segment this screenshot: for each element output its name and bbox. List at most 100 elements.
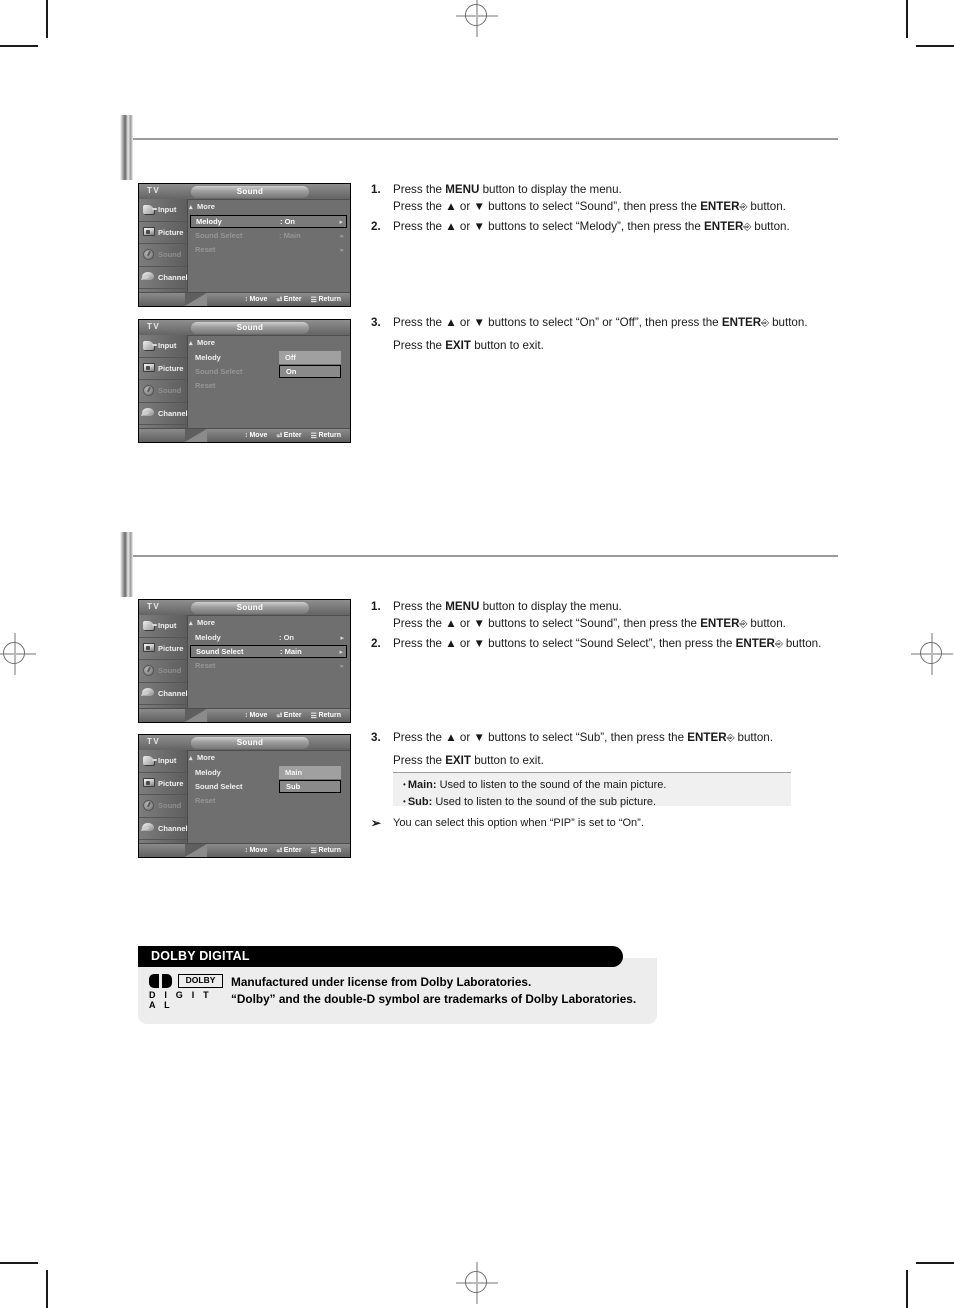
return-icon: ☰ (310, 432, 317, 440)
tv-osd-menu-sound-select-options[interactable]: TVSoundInputPictureSoundChannelSetup▴Mor… (138, 734, 351, 858)
dolby-license-text: Manufactured under license from Dolby La… (231, 974, 636, 1008)
dolby-logo: DOLBY D I G I T A L (149, 974, 223, 1010)
osd-footer-enter[interactable]: ⏎ Enter (276, 296, 301, 304)
arrow-up-icon: ▲ (445, 637, 457, 650)
osd-footer-label: Enter (283, 847, 302, 854)
sidebar-item-picture[interactable]: Picture (139, 638, 187, 660)
osd-row-sound-select[interactable]: Sound Select: Main ▸ (190, 229, 347, 242)
sound-select-step-3-text: Press the ▲ or ▼ buttons to select “Sub”… (393, 731, 773, 744)
sidebar-item-picture[interactable]: Picture (139, 222, 187, 244)
osd-footer-bar: ↕ Move ⏎ Enter ☰ Return (139, 428, 350, 442)
osd-footer-return[interactable]: ☰ Return (311, 847, 341, 855)
osd-row-reset[interactable]: Reset (190, 794, 347, 807)
melody-step-2-text: Press the ▲ or ▼ buttons to select “Melo… (393, 220, 790, 233)
melody-step-2: 2. Press the ▲ or ▼ buttons to select “M… (371, 219, 871, 237)
channel-icon (141, 686, 157, 700)
osd-source-label: TV (147, 602, 161, 611)
registration-mark-right (911, 633, 953, 675)
osd-option-off[interactable]: Off (279, 351, 341, 364)
dolby-line-1: Manufactured under license from Dolby La… (231, 975, 532, 989)
tv-osd-menu-melody-browse[interactable]: TVSoundInputPictureSoundChannelSetup▴Mor… (138, 183, 351, 307)
sidebar-item-channel[interactable]: Channel (139, 818, 188, 840)
sidebar-item-sound[interactable]: Sound (139, 795, 187, 818)
osd-row-reset[interactable]: Reset ▸ (190, 659, 347, 672)
osd-sidebar: InputPictureSoundChannelSetup (139, 199, 188, 306)
osd-footer-notch (185, 709, 207, 722)
crop-mark-bottom-left-vertical (46, 1270, 48, 1308)
sidebar-item-input[interactable]: Input (139, 335, 187, 358)
osd-footer-return[interactable]: ☰ Return (311, 296, 341, 304)
sidebar-item-sound[interactable]: Sound (139, 380, 187, 403)
sidebar-item-picture[interactable]: Picture (139, 773, 187, 795)
osd-more-label: ▴ More (189, 618, 215, 627)
osd-menu-title: Sound (191, 736, 309, 749)
sidebar-item-label: Picture (158, 227, 184, 237)
crop-mark-bottom-left-horizontal (0, 1262, 38, 1264)
osd-row-reset[interactable]: Reset ▸ (190, 243, 347, 256)
sidebar-item-label: Channel (158, 688, 188, 698)
osd-option-main[interactable]: Main (279, 766, 341, 779)
sidebar-item-input[interactable]: Input (139, 750, 187, 773)
osd-row-sound-select[interactable]: Sound Select: Main ▸ (190, 645, 347, 658)
input-icon (141, 339, 157, 353)
move-icon: ↕ (244, 432, 248, 439)
sidebar-item-sound[interactable]: Sound (139, 244, 187, 267)
sound-icon (141, 799, 157, 813)
osd-footer-enter[interactable]: ⏎ Enter (276, 847, 301, 855)
osd-row-label: Melody (195, 633, 221, 642)
osd-sidebar: InputPictureSoundChannelSetup (139, 335, 188, 442)
osd-footer-enter[interactable]: ⏎ Enter (276, 712, 301, 720)
osd-footer-label: Move (249, 296, 268, 303)
registration-mark-left (0, 633, 36, 675)
sound-select-pip-tip: ➢ You can select this option when “PIP” … (371, 816, 644, 830)
osd-row-melody[interactable]: Melody: On ▸ (190, 631, 347, 644)
section-marker-bar-1 (120, 115, 133, 180)
osd-row-label: Sound Select (196, 647, 244, 656)
sidebar-item-label: Sound (158, 386, 182, 396)
dolby-digital-box: DOLBY DIGITAL DOLBY D I G I T A L Manufa… (138, 946, 657, 1026)
arrow-down-icon: ▼ (473, 316, 485, 329)
tv-osd-menu-melody-options[interactable]: TVSoundInputPictureSoundChannelSetup▴Mor… (138, 319, 351, 443)
tv-osd-menu-sound-select-browse[interactable]: TVSoundInputPictureSoundChannelSetup▴Mor… (138, 599, 351, 723)
osd-footer-label: Return (318, 296, 341, 303)
osd-option-on[interactable]: On (279, 365, 341, 378)
enter-icon: ⏎ (276, 847, 283, 855)
channel-icon (141, 270, 157, 284)
osd-option-sub[interactable]: Sub (279, 780, 341, 793)
sound-icon (141, 384, 157, 398)
bullet-icon: • (403, 796, 406, 806)
osd-footer-return[interactable]: ☰ Return (311, 712, 341, 720)
sidebar-item-input[interactable]: Input (139, 615, 187, 638)
osd-menu-title: Sound (191, 601, 309, 614)
melody-step-1-number: 1. (371, 183, 381, 196)
sound-select-step-3-number: 3. (371, 731, 381, 744)
input-icon (141, 619, 157, 633)
channel-icon (141, 821, 157, 835)
osd-footer-move[interactable]: ↕ Move (244, 432, 267, 439)
sidebar-item-label: Picture (158, 643, 184, 653)
melody-step-1-line-1: Press the MENU button to display the men… (393, 183, 622, 196)
osd-row-reset[interactable]: Reset (190, 379, 347, 392)
sidebar-item-channel[interactable]: Channel (139, 267, 188, 289)
sound-icon (141, 664, 157, 678)
osd-footer-return[interactable]: ☰ Return (311, 432, 341, 440)
arrow-down-icon: ▼ (473, 199, 485, 213)
osd-title-bar: TV Sound (139, 600, 350, 616)
sidebar-item-picture[interactable]: Picture (139, 358, 187, 380)
osd-footer-notch (185, 844, 207, 857)
chevron-right-icon: ▸ (340, 634, 344, 642)
note-item-sub: • Sub: Used to listen to the sound of the… (403, 795, 657, 808)
osd-row-value: : On (280, 217, 295, 226)
sidebar-item-input[interactable]: Input (139, 199, 187, 222)
osd-footer-enter[interactable]: ⏎ Enter (276, 432, 301, 440)
sidebar-item-sound[interactable]: Sound (139, 660, 187, 683)
sidebar-item-channel[interactable]: Channel (139, 403, 188, 425)
osd-row-melody[interactable]: Melody: On ▸ (190, 215, 347, 228)
dolby-digital-subtext: D I G I T A L (149, 990, 212, 1010)
osd-footer-move[interactable]: ↕ Move (244, 296, 267, 303)
osd-footer-move[interactable]: ↕ Move (244, 712, 267, 719)
sidebar-item-channel[interactable]: Channel (139, 683, 188, 705)
osd-footer-move[interactable]: ↕ Move (244, 847, 267, 854)
registration-mark-top (456, 0, 498, 37)
note-item-main: • Main: Used to listen to the sound of th… (403, 779, 667, 791)
